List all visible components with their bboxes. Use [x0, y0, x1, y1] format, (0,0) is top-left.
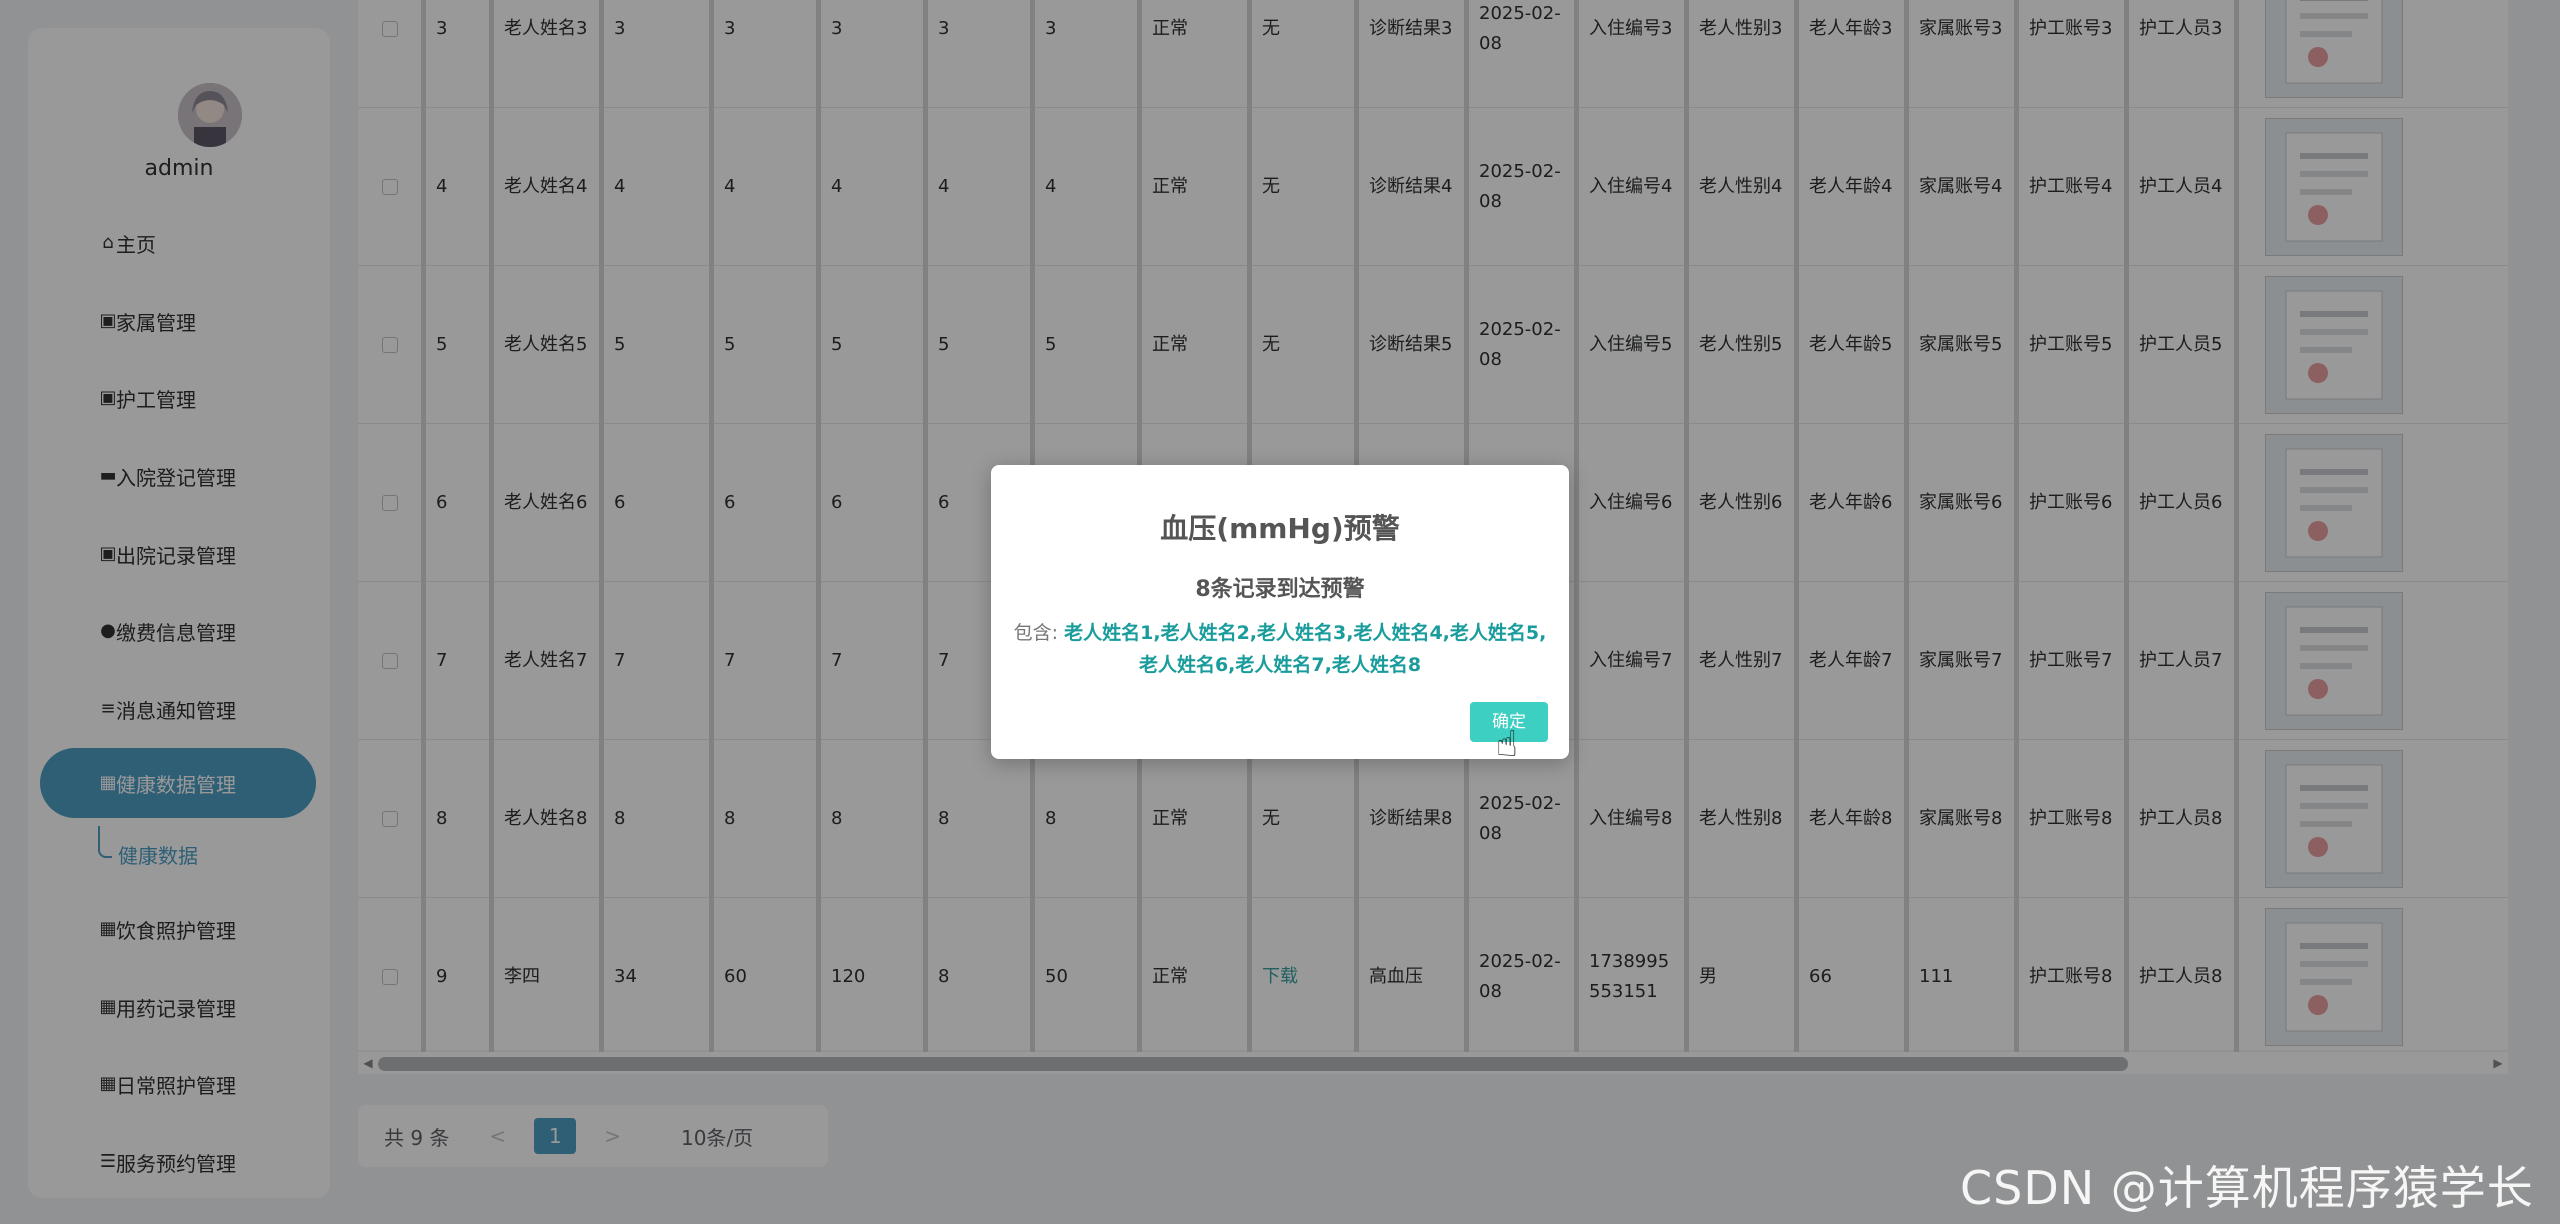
- dialog-title: 血压(mmHg)预警: [1160, 512, 1400, 545]
- dialog-names: 老人姓名1,老人姓名2,老人姓名3,老人姓名4,老人姓名5,老人姓名6,老人姓名…: [1064, 622, 1547, 676]
- dialog-count: 8条记录到达预警: [1195, 577, 1365, 602]
- hand-cursor-icon: ☝: [1496, 724, 1518, 765]
- dialog-prefix: 包含:: [1013, 622, 1059, 644]
- watermark: CSDN @计算机程序猿学长: [1960, 1161, 2534, 1215]
- warning-dialog: 血压(mmHg)预警 8条记录到达预警 包含: 老人姓名1,老人姓名2,老人姓名…: [991, 465, 1569, 763]
- dialog-body: 包含: 老人姓名1,老人姓名2,老人姓名3,老人姓名4,老人姓名5,老人姓名6,…: [1013, 617, 1547, 681]
